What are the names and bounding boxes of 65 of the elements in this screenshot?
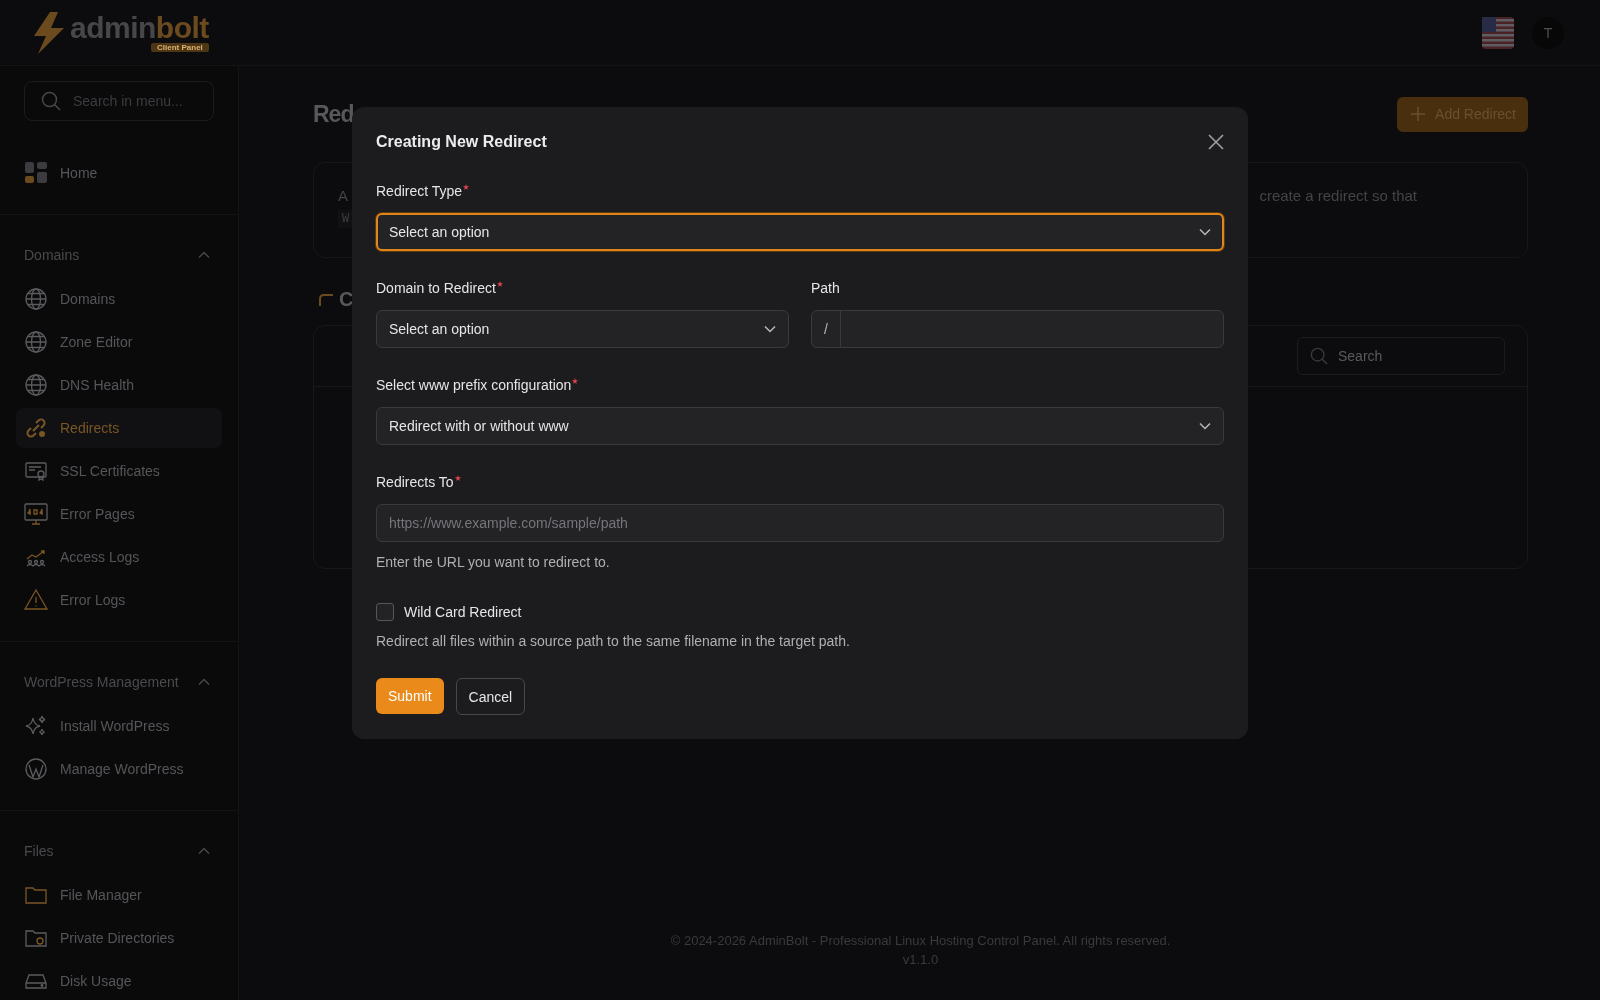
- info-text: create a redirect so that: [1259, 187, 1417, 206]
- sparkle-icon: [24, 714, 48, 738]
- chevron-down-icon: [1199, 228, 1211, 236]
- warning-icon: [24, 588, 48, 612]
- help-text: Redirect all files within a source path to the same filename in the target path.: [376, 633, 851, 649]
- sidebar-item[interactable]: Domains: [16, 279, 222, 319]
- url-input-field[interactable]: https://www.example.com/sample/path: [376, 504, 1224, 542]
- modal-title: Creating New Redirect: [376, 133, 547, 151]
- certificate-icon: [24, 459, 48, 483]
- sidebar-item[interactable]: Access Logs: [16, 537, 222, 577]
- monitor-icon: [24, 502, 48, 526]
- logo-wordmark: adminbolt: [70, 13, 209, 43]
- select-field[interactable]: Select an option: [376, 213, 1224, 251]
- corner-icon: [319, 293, 333, 306]
- chevron-up-icon: [198, 847, 210, 855]
- field-label: Redirects To: [376, 474, 454, 490]
- info-text: A: [338, 187, 348, 204]
- lightning-bolt-icon: [32, 11, 66, 54]
- sidebar-item[interactable]: DNS Health: [16, 365, 222, 405]
- path-field[interactable]: /: [811, 310, 1224, 348]
- close-icon[interactable]: [1208, 134, 1224, 150]
- table-search-field[interactable]: Search: [1297, 337, 1505, 375]
- sidebar-item[interactable]: SSL Certificates: [16, 451, 222, 491]
- globe-icon: [24, 330, 48, 354]
- chevron-up-icon: [198, 251, 210, 259]
- sidebar-item[interactable]: Redirects: [16, 408, 222, 448]
- user-avatar[interactable]: T: [1532, 16, 1564, 49]
- section-heading: C: [339, 288, 354, 311]
- checkbox[interactable]: [376, 603, 394, 621]
- link-icon: [24, 416, 48, 440]
- field-label: Domain to Redirect: [376, 280, 496, 296]
- sidebar-item[interactable]: Manage WordPress: [16, 749, 222, 789]
- section-toggle[interactable]: WordPress Management: [16, 674, 222, 706]
- sidebar-item[interactable]: Error Pages: [16, 494, 222, 534]
- chevron-down-icon: [764, 325, 776, 333]
- sidebar-item[interactable]: Disk Usage: [16, 961, 222, 1000]
- select-field[interactable]: Select an option: [376, 310, 789, 348]
- search-icon: [1310, 347, 1328, 365]
- chevron-up-icon: [198, 678, 210, 686]
- chevron-down-icon: [1199, 422, 1211, 430]
- sidebar-item[interactable]: Zone Editor: [16, 322, 222, 362]
- sidebar-item[interactable]: Private Directories: [16, 918, 222, 958]
- globe-icon: [24, 287, 48, 311]
- page-title: Red: [313, 100, 354, 128]
- sidebar-item[interactable]: File Manager: [16, 875, 222, 915]
- search-icon: [41, 91, 61, 111]
- globe-icon: [24, 373, 48, 397]
- field-label: Redirect Type: [376, 183, 463, 199]
- sidebar-item[interactable]: Home: [16, 153, 222, 193]
- section-toggle[interactable]: Domains: [16, 247, 222, 279]
- sidebar-item[interactable]: Install WordPress: [16, 706, 222, 746]
- section-toggle[interactable]: Files: [16, 843, 222, 875]
- field-label: Path: [811, 280, 840, 296]
- dashboard-icon: [24, 161, 48, 185]
- submit-button[interactable]: Submit: [376, 678, 444, 714]
- field-label: Select www prefix configuration: [376, 377, 572, 393]
- us-flag-icon[interactable]: [1482, 16, 1514, 49]
- logo-badge: Client Panel: [151, 43, 209, 52]
- help-text: Enter the URL you want to redirect to.: [376, 554, 611, 570]
- plus-icon: [1411, 107, 1426, 121]
- checkbox-label: Wild Card Redirect: [404, 604, 522, 620]
- select-field[interactable]: Redirect with or without www: [376, 407, 1224, 445]
- sidebar-item[interactable]: Error Logs: [16, 580, 222, 620]
- wordpress-icon: [24, 757, 48, 781]
- cancel-button[interactable]: Cancel: [455, 678, 526, 715]
